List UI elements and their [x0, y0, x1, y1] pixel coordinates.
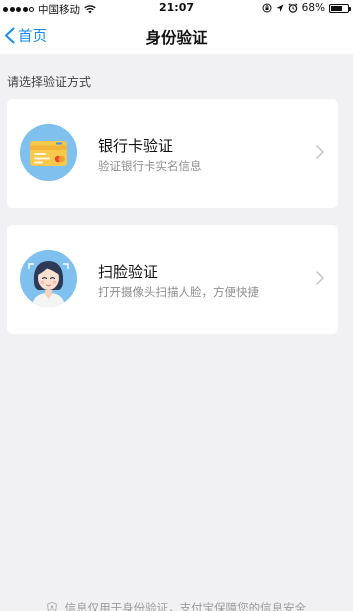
option-subtitle: 验证银行卡实名信息 [98, 159, 202, 173]
option-subtitle: 打开摄像头扫描人脸，方便快捷 [98, 285, 259, 299]
bank-card-verification-option[interactable]: 银行卡验证 验证银行卡实名信息 [7, 99, 338, 208]
status-bar: 中国移动 21:07 68% [0, 0, 353, 17]
identity-verification-screen: 中国移动 21:07 68% 首页 身份验证 请选择验证方式 银行卡验证 验证银… [0, 0, 353, 611]
status-right: 68% [262, 2, 351, 14]
location-icon [276, 4, 284, 12]
bank-card-icon [20, 124, 77, 181]
face-scan-verification-option[interactable]: 扫脸验证 打开摄像头扫描人脸，方便快捷 [7, 225, 338, 334]
nav-bar: 首页 身份验证 [0, 17, 353, 54]
alarm-icon [288, 3, 298, 13]
battery-icon [329, 3, 351, 13]
section-hint: 请选择验证方式 [7, 75, 92, 89]
option-title: 扫脸验证 [98, 263, 159, 281]
battery-percent: 68% [301, 2, 325, 14]
orientation-lock-icon [262, 3, 272, 13]
shield-icon [47, 602, 57, 611]
face-scan-icon [20, 250, 77, 307]
option-title: 银行卡验证 [98, 137, 174, 155]
chevron-right-icon [316, 145, 324, 159]
chevron-right-icon [316, 271, 324, 285]
battery-level [331, 5, 342, 11]
security-footer: 信息仅用于身份验证，支付宝保障您的信息安全 [0, 600, 353, 611]
footer-text: 信息仅用于身份验证，支付宝保障您的信息安全 [64, 601, 307, 611]
page-title: 身份验证 [145, 29, 208, 47]
